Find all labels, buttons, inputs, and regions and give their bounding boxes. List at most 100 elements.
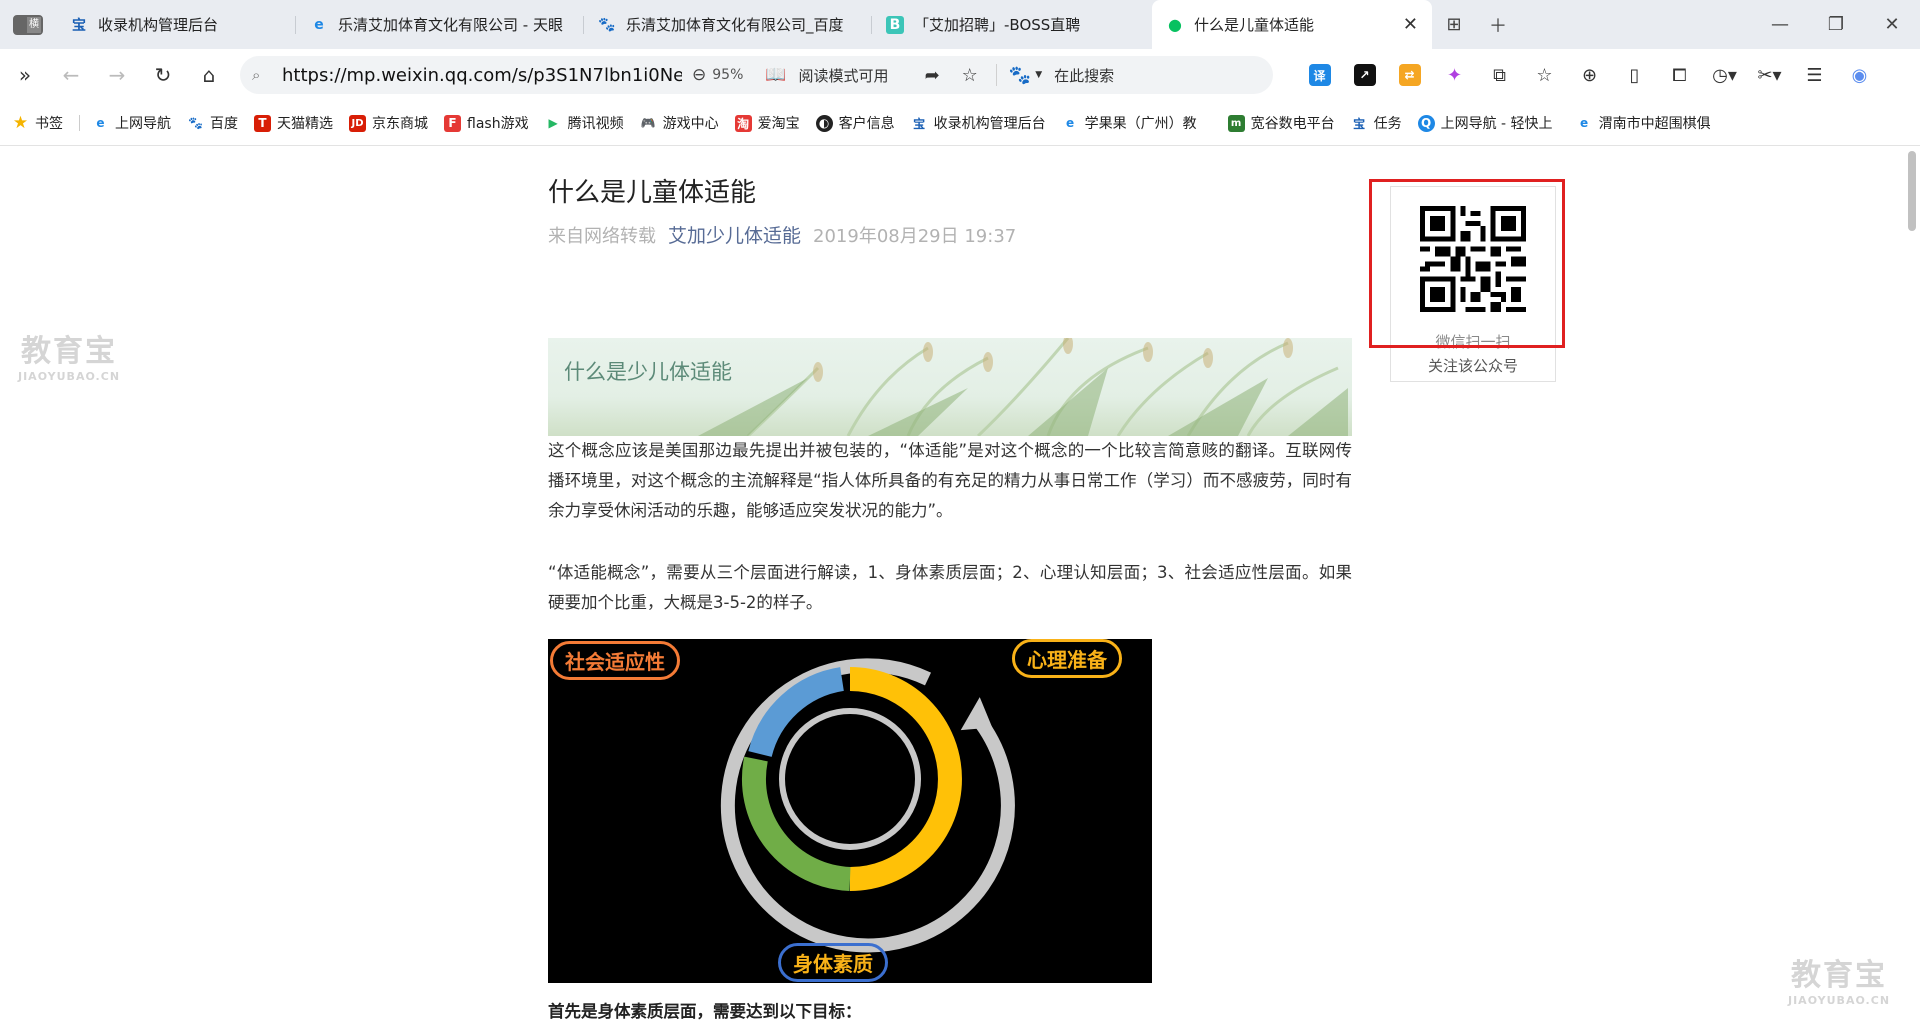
new-tab-button[interactable]: ＋ [1476,0,1520,49]
tab-3[interactable]: 🐾 乐清艾加体育文化有限公司_百度 [584,0,872,49]
wheat-illustration [698,338,1348,436]
bookmark-item[interactable]: e 学果果（广州）教 [1062,113,1212,133]
web-page: 教育宝 JIAOYUBAO.CN 教育宝 JIAOYUBAO.CN 什么是儿童体… [0,146,1904,1027]
bookmark-label: 京东商城 [372,116,428,132]
browser-toolbar: » ← → ↻ ⌂ ⌕ https://mp.weixin.qq.com/s/p… [0,49,1920,101]
bookmark-label: 收录机构管理后台 [933,116,1046,132]
sync-folder-icon[interactable]: ⇄ [1387,55,1432,95]
bookmark-item[interactable]: 🎮 游戏中心 [640,113,719,133]
tab-title: 「艾加招聘」-BOSS直聘 [914,16,1081,34]
label-social-adaptability: 社会适应性 [550,641,680,680]
translate-icon[interactable]: 译 [1297,55,1342,95]
article-paragraph: “体适能概念”，需要从三个层面进行解读，1、身体素质层面；2、心理认知层面；3、… [548,563,1352,612]
bookmark-item[interactable]: 宝收录机构管理后台 [911,113,1046,133]
tab-overview-icon[interactable]: ⊞ [1432,0,1476,49]
edge-icon: e [1066,116,1075,130]
bookmark-item[interactable]: ▶ 腾讯视频 [545,113,624,133]
bookmark-item[interactable]: 宝任务 [1351,113,1402,133]
bookmark-item[interactable]: 淘爱淘宝 [734,113,800,133]
history-icon[interactable]: ◷▾ [1702,55,1747,95]
reader-mode-label: 阅读模式可用 [798,66,889,85]
watermark-text: 教育宝 [21,334,118,369]
boss-icon: B [886,15,904,34]
back-button[interactable]: ← [48,55,94,95]
stock-icon[interactable]: ↗ [1342,55,1387,95]
search-icon: ⌕ [252,66,261,84]
favorites-icon[interactable]: ☆ [1522,55,1567,95]
ai-sparkle-icon[interactable]: ✦ [1432,55,1477,95]
bookmark-item[interactable]: Q 上网导航 - 轻快上 [1417,113,1560,133]
url-field[interactable]: https://mp.weixin.qq.com/s/p3S1N7lbn1i0N… [282,65,682,86]
bookmark-item[interactable]: ★ 书签 [12,113,63,133]
bookmark-label: 宽谷数电平台 [1250,116,1335,132]
user-avatar-icon[interactable]: ◉ [1837,55,1882,95]
forward-button[interactable]: → [94,55,140,95]
nav-icon: Q [1417,114,1435,132]
article-paragraph: 这个概念应该是美国那边最先提出并被包装的，“体适能”是对这个概念的一个比较言简意… [548,441,1352,520]
bookmark-item[interactable]: e 上网导航 [92,113,171,133]
tab-5-active[interactable]: ● 什么是儿童体适能 ✕ [1152,0,1432,49]
close-tab-icon[interactable]: ✕ [1387,14,1418,35]
tab-strip: 宝 收录机构管理后台 e 乐清艾加体育文化有限公司 - 天眼 🐾 乐清艾加体育文… [0,0,1920,49]
search-box-placeholder[interactable]: 在此搜索 [1054,65,1114,86]
tab-switcher-button[interactable] [0,0,56,49]
minimize-button[interactable]: — [1752,0,1808,49]
bookmark-label: 爱淘宝 [757,116,800,132]
bookmark-item[interactable]: JD 京东商城 [349,113,428,133]
bookmark-label: 天猫精选 [277,116,333,132]
bookmark-label: 书签 [35,116,63,132]
ie-icon: e [96,116,105,130]
search-engine-selector[interactable]: 🐾 ▼ 在此搜索 [1009,65,1114,86]
bookmark-label: 上网导航 [115,116,171,132]
tab-1[interactable]: 宝 收录机构管理后台 [56,0,296,49]
article-meta: 来自网络转载 艾加少儿体适能 2019年08月29日 19:37 [548,221,1016,248]
game-icon: 🎮 [640,116,656,130]
share-icon[interactable]: ➦ [925,65,940,86]
sidebar-expand-icon[interactable]: » [2,55,48,95]
collections-icon[interactable]: ⧠ [1657,55,1702,95]
sync-badge: ⇄ [1398,64,1421,86]
bookmark-item[interactable]: T 天猫精选 [254,113,333,133]
home-button[interactable]: ⌂ [186,55,232,95]
account-name-link[interactable]: 艾加少儿体适能 [668,221,801,248]
page-scrollbar[interactable] [1904,146,1920,1027]
download-icon[interactable]: ⊕ [1567,55,1612,95]
menu-icon[interactable]: ☰ [1792,55,1837,95]
bookmark-label: 渭南市中超围棋俱 [1598,116,1711,132]
tab-2[interactable]: e 乐清艾加体育文化有限公司 - 天眼 [296,0,584,49]
reader-mode-button[interactable]: 📖 阅读模式可用 [765,65,888,86]
star-icon: ★ [12,113,29,133]
bookmark-item[interactable]: 🐾 百度 [187,113,238,133]
bao-icon: 宝 [913,116,926,131]
tab-title: 乐清艾加体育文化有限公司_百度 [626,16,844,34]
baidu-paw-icon: 🐾 [1008,64,1032,86]
tab-switcher-icon [13,14,43,35]
tab-4[interactable]: B 「艾加招聘」-BOSS直聘 [872,0,1152,49]
tab-title: 乐清艾加体育文化有限公司 - 天眼 [338,16,563,34]
bookmark-item[interactable]: e 渭南市中超围棋俱 [1576,113,1728,133]
window-close-button[interactable]: ✕ [1864,0,1920,49]
address-bar[interactable]: ⌕ https://mp.weixin.qq.com/s/p3S1N7lbn1i… [240,56,1273,94]
bookmark-item[interactable]: m 宽谷数电平台 [1227,113,1335,133]
zoom-indicator[interactable]: ⊖ 95% [692,65,743,85]
bookmark-label: 学果果（广州）教 [1084,116,1197,132]
screenshot-scissors-icon[interactable]: ✂▾ [1747,55,1792,95]
restore-button[interactable]: ❐ [1808,0,1864,49]
bookmark-item[interactable]: Fflash游戏 [444,113,529,133]
flash-icon: F [444,114,461,132]
watermark-right: 教育宝 JIAOYUBAO.CN [1788,950,1890,1007]
jd-icon: JD [349,114,366,132]
bookmark-star-icon[interactable]: ☆ [962,65,978,86]
extensions-icon[interactable]: ⧉ [1477,55,1522,95]
article-title: 什么是儿童体适能 [548,178,757,208]
scrollbar-thumb[interactable] [1908,151,1916,231]
publish-date: 2019年08月29日 19:37 [813,225,1017,247]
label-physical: 身体素质 [778,943,888,982]
bookmark-item[interactable]: ◐ 客户信息 [815,113,895,133]
mobile-icon[interactable]: ▯ [1612,55,1657,95]
reload-button[interactable]: ↻ [140,55,186,95]
bookmark-label: 腾讯视频 [567,116,624,132]
wechat-icon: ● [1168,15,1182,34]
banner-heading: 什么是少儿体适能 [564,360,732,384]
bookmarks-bar: ★ 书签 e 上网导航 🐾 百度 T 天猫精选 JD 京东商城 Fflash游戏 ▶ 腾讯视… [0,101,1920,146]
